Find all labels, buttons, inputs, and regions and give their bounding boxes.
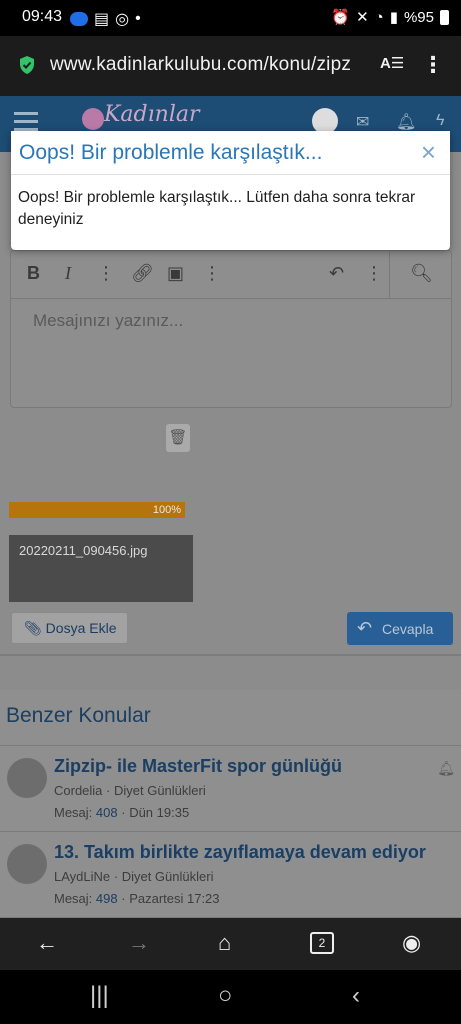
avatar[interactable] <box>7 844 47 884</box>
thread-meta: Mesaj: 408 · Dün 19:35 <box>54 805 190 820</box>
preview-cell: 🔍︎ <box>389 251 451 299</box>
thread-meta: Mesaj: 498 · Pazartesi 17:23 <box>54 891 220 906</box>
shield-check-icon[interactable] <box>18 55 36 80</box>
reply-count: 498 <box>95 891 118 906</box>
attachment-filename: 20220211_090456.jpg <box>19 543 148 558</box>
signal-icon: ▮ <box>389 9 398 26</box>
editor-toolbar: B I ⋮ 🔗︎ ▣ ⋮ ↶ ⋮ 🔍︎ <box>11 251 451 299</box>
similar-threads-title: Benzer Konular <box>6 704 151 727</box>
attach-file-button[interactable]: 📎︎ Dosya Ekle <box>11 612 128 644</box>
bold-button[interactable]: B <box>27 263 40 284</box>
close-icon[interactable]: × <box>421 137 436 168</box>
avatar[interactable] <box>7 758 47 798</box>
replies-label: Mesaj: <box>54 891 93 906</box>
preview-icon[interactable]: 🔍︎ <box>410 263 433 284</box>
url-text[interactable]: www.kadinlarkulubu.com/konu/zipz <box>50 54 368 76</box>
home-circle-icon[interactable]: ○ <box>218 982 233 1010</box>
dot-icon: • <box>135 10 141 27</box>
samsung-badge-icon <box>70 12 88 26</box>
tab-count: 2 <box>318 936 326 950</box>
error-dialog: Oops! Bir problemle karşılaştık... × Oop… <box>11 131 450 250</box>
link-icon[interactable]: 🔗︎ <box>131 263 154 284</box>
last-post-time[interactable]: Dün 19:35 <box>129 805 189 820</box>
error-dialog-message: Oops! Bir problemle karşılaştık... Lütfe… <box>18 189 416 228</box>
undo-icon[interactable]: ↶ <box>329 263 344 284</box>
mail-icon[interactable]: ✉ <box>356 112 369 132</box>
thread-forum[interactable]: Diyet Günlükleri <box>114 783 206 798</box>
system-icons: ⏰ ✕ ◔ ▮ %95 <box>331 8 449 26</box>
italic-button[interactable]: I <box>65 263 71 284</box>
back-arrow-icon[interactable]: ← <box>36 930 58 956</box>
more-options-button[interactable]: ⋮ <box>365 263 383 284</box>
logo-mark-icon <box>82 108 104 130</box>
thread-forum[interactable]: Diyet Günlükleri <box>122 869 214 884</box>
wifi-icon: ◔ <box>374 8 384 26</box>
site-logo[interactable]: Kadınlar <box>104 102 200 127</box>
paperclip-icon: 📎︎ <box>24 620 42 636</box>
battery-text: %95 <box>403 8 434 26</box>
attachment-thumbnail[interactable]: 20220211_090456.jpg <box>9 535 193 602</box>
tabs-icon[interactable]: 2 <box>310 932 334 954</box>
list-item[interactable]: Zipzip- ile MasterFit spor günlüğü Corde… <box>0 746 461 832</box>
similar-threads: Benzer Konular Zipzip- ile MasterFit spo… <box>0 690 461 918</box>
replies-label: Mesaj: <box>54 805 93 820</box>
message-editor: B I ⋮ 🔗︎ ▣ ⋮ ↶ ⋮ 🔍︎ Mesajınızı yazınız..… <box>10 250 452 408</box>
message-icon: ▤ <box>94 11 110 28</box>
mute-icon: ✕ <box>356 9 369 26</box>
notification-icons: ▤ ◎ • <box>70 9 141 29</box>
similar-threads-header: Benzer Konular <box>0 690 461 746</box>
thread-title[interactable]: Zipzip- ile MasterFit spor günlüğü <box>54 756 342 777</box>
reply-button[interactable]: ↶ Cevapla <box>347 612 453 645</box>
alarm-icon: ⏰ <box>331 9 351 26</box>
status-time: 09:43 <box>22 8 63 25</box>
account-icon[interactable]: ◉ <box>402 930 421 956</box>
attach-file-label: Dosya Ekle <box>45 620 117 636</box>
upload-progress-label: 100% <box>152 504 181 516</box>
error-dialog-header: Oops! Bir problemle karşılaştık... × <box>11 131 450 175</box>
home-icon[interactable]: ⌂ <box>218 930 231 956</box>
browser-url-bar: www.kadinlarkulubu.com/konu/zipz A☰ ⋮ <box>0 36 461 96</box>
delete-attachment-icon[interactable]: 🗑︎ <box>166 424 190 452</box>
recents-icon[interactable]: ||| <box>90 982 109 1010</box>
status-bar: 09:43 ▤ ◎ • ⏰ ✕ ◔ ▮ %95 <box>0 0 461 36</box>
image-icon[interactable]: ▣ <box>167 263 184 284</box>
reply-arrow-icon: ↶ <box>357 618 373 638</box>
message-placeholder[interactable]: Mesajınızı yazınız... <box>33 311 183 331</box>
system-back-icon[interactable]: ‹ <box>352 982 360 1010</box>
reply-count: 408 <box>95 805 118 820</box>
error-dialog-title: Oops! Bir problemle karşılaştık... <box>19 141 323 164</box>
more-text-options-button[interactable]: ⋮ <box>97 263 115 284</box>
bolt-icon[interactable]: ϟ <box>436 112 444 130</box>
thread-author[interactable]: LAydLiNe <box>54 869 110 884</box>
browser-bottom-nav: ← → ⌂ 2 ◉ <box>0 918 461 970</box>
whatsapp-icon: ◎ <box>115 11 130 28</box>
more-insert-options-button[interactable]: ⋮ <box>203 263 221 284</box>
last-post-time[interactable]: Pazartesi 17:23 <box>129 891 219 906</box>
reply-label: Cevapla <box>381 621 434 637</box>
bell-icon[interactable]: 🔔︎ <box>437 760 455 777</box>
section-divider <box>0 654 461 656</box>
battery-icon <box>440 9 449 25</box>
thread-subline: LAydLiNe · Diyet Günlükleri <box>54 869 214 884</box>
more-vert-icon[interactable]: ⋮ <box>422 52 444 78</box>
thread-subline: Cordelia · Diyet Günlükleri <box>54 783 206 798</box>
thread-author[interactable]: Cordelia <box>54 783 102 798</box>
list-item[interactable]: 13. Takım birlikte zayıflamaya devam edi… <box>0 832 461 918</box>
reader-mode-icon[interactable]: A☰ <box>380 54 404 72</box>
thread-title[interactable]: 13. Takım birlikte zayıflamaya devam edi… <box>54 842 426 863</box>
bell-icon[interactable]: 🔔︎ <box>396 112 416 132</box>
upload-progress-bar: 100% <box>9 502 185 518</box>
system-nav-bar: ||| ○ ‹ <box>0 970 461 1024</box>
forward-arrow-icon[interactable]: → <box>128 930 150 956</box>
